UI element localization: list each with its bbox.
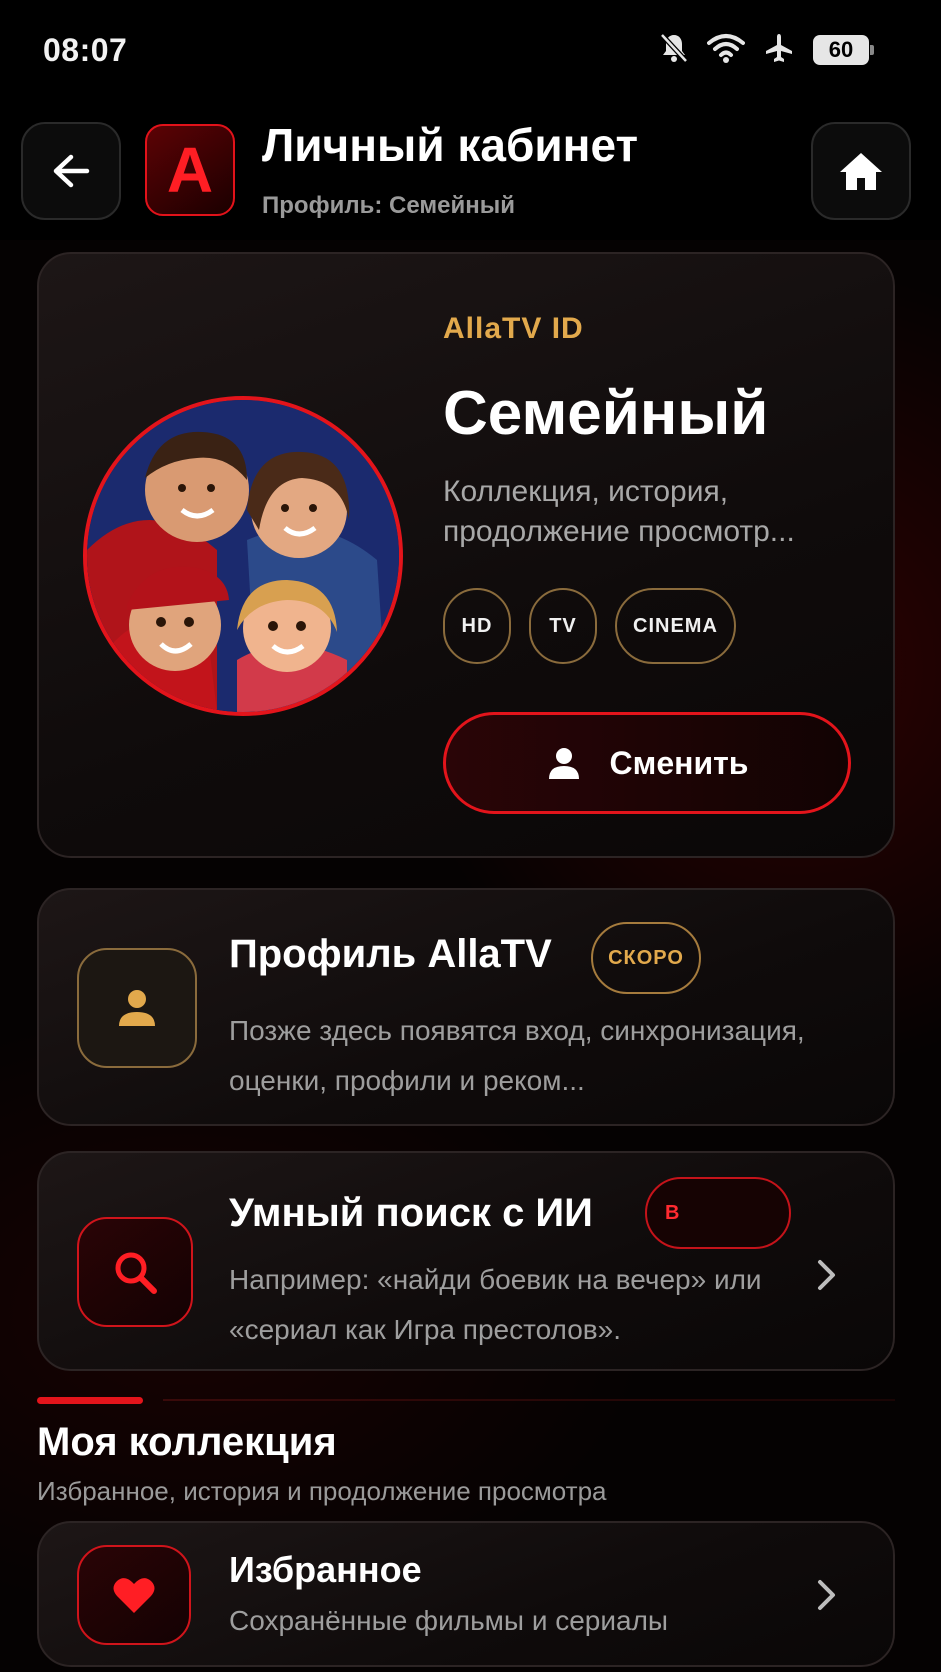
heart-icon [113, 1578, 155, 1613]
profile-card: AllaTV ID Семейный Коллекция, история, п… [37, 252, 895, 858]
smart-search-text: Например: «найди боевик на вечер» или «с… [229, 1264, 762, 1345]
app-header: A Личный кабинет Профиль: Семейный [0, 100, 941, 240]
user-icon [119, 990, 155, 1026]
allatv-profile-title: Профиль AllaTV [229, 932, 552, 976]
section-accent-line [37, 1397, 143, 1404]
status-icons: 60 [659, 30, 874, 70]
tag-tv: TV [529, 588, 597, 664]
id-label: AllaTV ID [443, 312, 584, 345]
collection-subtitle: Избранное, история и продолжение просмот… [37, 1476, 607, 1506]
soon-badge: СКОРО [591, 922, 701, 994]
switch-profile-button[interactable]: Сменить [443, 712, 851, 814]
heart-icon-box [77, 1545, 191, 1645]
search-icon-box [77, 1217, 193, 1327]
smart-search-badge: В [645, 1177, 791, 1249]
arrow-left-icon [53, 154, 90, 188]
airplane-icon [763, 32, 795, 69]
battery-indicator: 60 [813, 35, 874, 65]
switch-profile-label: Сменить [609, 744, 749, 781]
allatv-profile-card: Профиль AllaTV СКОРО Позже здесь появятс… [37, 888, 895, 1126]
search-icon [115, 1252, 157, 1294]
collection-title: Моя коллекция [37, 1420, 337, 1464]
status-bar: 08:07 60 [0, 0, 941, 100]
user-icon [548, 748, 579, 779]
tag-hd: HD [443, 588, 511, 664]
favorites-card[interactable]: Избранное Сохранённые фильмы и сериалы [37, 1521, 895, 1667]
favorites-title: Избранное [229, 1549, 422, 1590]
favorites-text: Сохранённые фильмы и сериалы [229, 1605, 669, 1636]
home-button[interactable] [811, 122, 911, 220]
smart-search-title: Умный поиск с ИИ [229, 1191, 593, 1235]
profile-description: Коллекция, история, продолжение просмотр… [443, 475, 795, 548]
profile-tags: HD TV CINEMA [443, 588, 736, 664]
status-time: 08:07 [43, 32, 128, 68]
page-subtitle: Профиль: Семейный [262, 192, 515, 219]
profile-icon-box [77, 948, 197, 1068]
bell-off-icon [659, 32, 689, 69]
page-title: Личный кабинет [262, 119, 638, 171]
app-logo: A [145, 124, 235, 216]
home-icon [840, 153, 882, 190]
chevron-right-icon [807, 1575, 847, 1615]
tag-cinema: CINEMA [615, 588, 736, 664]
wifi-icon [707, 33, 745, 68]
profile-avatar [83, 396, 403, 716]
section-divider [163, 1399, 895, 1401]
profile-name: Семейный [443, 379, 769, 448]
smart-search-card[interactable]: Умный поиск с ИИ В Например: «найди боев… [37, 1151, 895, 1371]
chevron-right-icon [807, 1255, 847, 1295]
back-button[interactable] [21, 122, 121, 220]
allatv-profile-text: Позже здесь появятся вход, синхронизация… [229, 1015, 805, 1096]
